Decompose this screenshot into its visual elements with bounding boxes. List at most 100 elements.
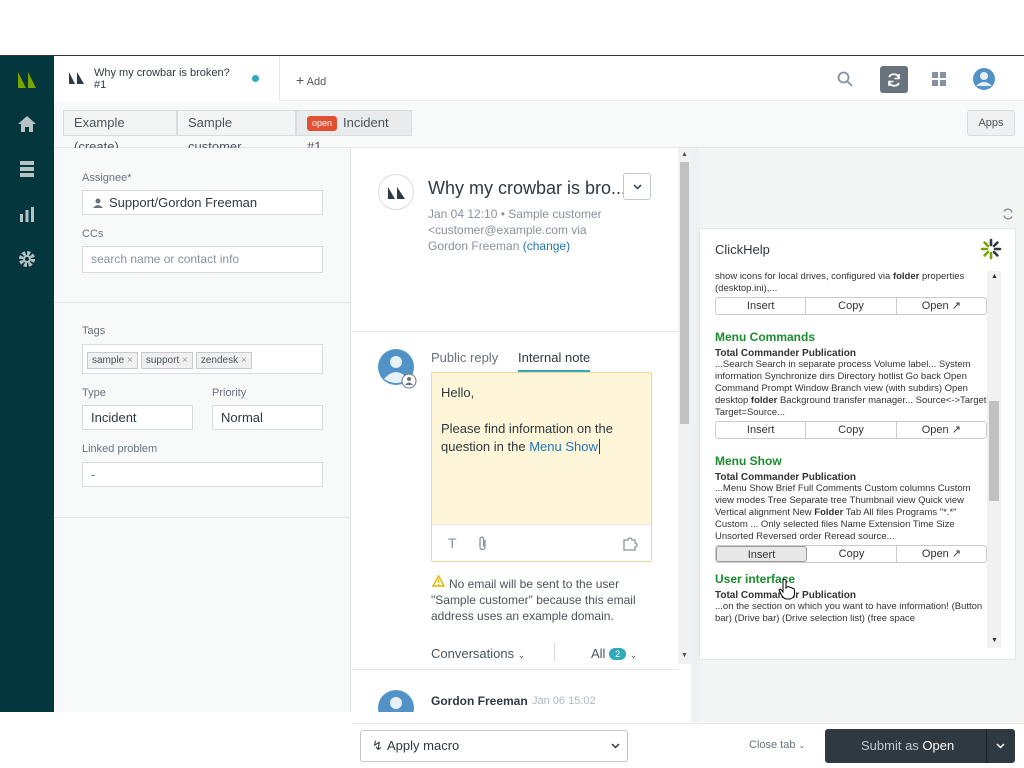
apply-macro-select[interactable]: ↯ Apply macro: [360, 730, 628, 762]
tag-label: support: [145, 355, 180, 366]
scrollbar-thumb[interactable]: [989, 401, 999, 501]
ccs-label: CCs: [82, 228, 104, 240]
scroll-down-icon[interactable]: ▼: [991, 637, 998, 644]
ccs-input[interactable]: search name or contact info: [82, 246, 323, 273]
reporting-icon[interactable]: [17, 204, 37, 224]
insert-button[interactable]: Insert: [716, 298, 807, 314]
result-snippet: ...on the section on which you want to h…: [715, 601, 983, 624]
remove-tag-icon[interactable]: ×: [127, 355, 133, 366]
external-link-icon: ↗: [951, 300, 961, 312]
result-publication: Total Commander Publication: [715, 472, 856, 483]
remove-tag-icon[interactable]: ×: [182, 355, 188, 366]
note-line: question in the: [441, 439, 530, 454]
requester-email: <customer@example.com via: [428, 223, 587, 237]
user-avatar-icon[interactable]: [973, 68, 995, 90]
type-label: Type: [82, 387, 106, 399]
conversation-pane: Why my crowbar is bro... Jan 04 12:10 • …: [352, 148, 678, 712]
comment-avatar-icon: [378, 690, 414, 712]
ticket-tab[interactable]: Why my crowbar is broken? #1: [54, 56, 280, 101]
admin-gear-icon[interactable]: [17, 249, 37, 269]
open-button[interactable]: Open ↗: [897, 422, 986, 438]
scroll-up-icon[interactable]: ▲: [991, 273, 998, 280]
breadcrumb-organization[interactable]: Example (create): [63, 110, 177, 154]
note-line: Please find information on the: [441, 421, 613, 436]
attachment-icon[interactable]: [478, 536, 488, 551]
open-button[interactable]: Open ↗: [897, 546, 986, 562]
breadcrumb-requester[interactable]: Sample customer: [177, 110, 296, 154]
pane-divider[interactable]: [691, 148, 699, 722]
conversation-scrollbar[interactable]: ▲ ▼: [678, 148, 691, 664]
tag-chip[interactable]: sample ×: [87, 352, 138, 369]
result-publication: Total Commander Publication: [715, 590, 856, 601]
views-icon[interactable]: [17, 159, 37, 179]
add-tab-button[interactable]: + Add: [296, 72, 326, 88]
result-title[interactable]: Menu Show: [715, 454, 987, 468]
tags-input[interactable]: sample × support × zendesk ×: [82, 344, 323, 374]
scrollbar-thumb[interactable]: [680, 162, 689, 424]
editor-content: Hello, Please find information on the qu…: [441, 384, 641, 456]
result-title[interactable]: Menu Commands: [715, 330, 987, 344]
assignee-field[interactable]: Support/Gordon Freeman: [82, 190, 323, 215]
tag-chip[interactable]: zendesk ×: [195, 352, 252, 369]
copy-button[interactable]: Copy: [806, 422, 897, 438]
result-snippet: show icons for local drives, configured …: [715, 271, 987, 295]
refresh-icon[interactable]: [1002, 208, 1014, 220]
insert-button[interactable]: Insert: [716, 546, 807, 562]
comment-author[interactable]: Gordon Freeman: [431, 694, 528, 708]
breadcrumb-ticket[interactable]: open Incident #1: [296, 110, 412, 154]
clickhelp-logo-icon: [980, 238, 1002, 260]
result-actions: Insert Copy Open ↗: [715, 421, 987, 439]
text-format-icon[interactable]: T: [448, 535, 457, 551]
search-icon[interactable]: [837, 71, 853, 87]
priority-select[interactable]: Normal: [212, 405, 323, 430]
zendesk-logo-icon[interactable]: [15, 70, 39, 90]
ticket-subject: Why my crowbar is bro...: [428, 178, 627, 198]
remove-tag-icon[interactable]: ×: [241, 355, 247, 366]
status-badge: open: [307, 116, 338, 131]
comment-editor[interactable]: Hello, Please find information on the qu…: [431, 372, 652, 562]
linked-problem-label: Linked problem: [82, 443, 158, 455]
chevron-down-icon: [633, 184, 642, 190]
apps-sidebar: ClickHelp show icons for local drives, c…: [699, 148, 1024, 722]
ticket-tab-logo-icon: [69, 72, 84, 84]
home-icon[interactable]: [17, 114, 37, 134]
result-title[interactable]: User interface: [715, 572, 987, 586]
all-filter[interactable]: All 2 ⌄: [591, 646, 637, 661]
comment-date: Jan 06 15:02: [532, 695, 596, 707]
product-tray-icon[interactable]: [932, 72, 946, 86]
apps-button[interactable]: Apps: [967, 110, 1015, 136]
tab-public-reply[interactable]: Public reply: [431, 350, 498, 365]
tab-internal-note[interactable]: Internal note: [518, 350, 591, 373]
ticket-options-button[interactable]: [623, 173, 651, 200]
clickhelp-scrollbar[interactable]: ▲ ▼: [987, 271, 1001, 648]
tag-label: zendesk: [200, 355, 239, 366]
apply-macro-label: Apply macro: [387, 738, 460, 753]
copy-button[interactable]: Copy: [807, 546, 897, 562]
section-divider: [352, 669, 678, 670]
copy-button[interactable]: Copy: [806, 298, 897, 314]
chevron-down-icon[interactable]: [996, 743, 1005, 749]
ticket-date: Jan 04 12:10: [428, 207, 498, 221]
submit-options-separator: [986, 729, 987, 763]
apps-puzzle-icon[interactable]: [622, 536, 638, 551]
close-tab-label: Close tab: [749, 739, 796, 751]
sync-button[interactable]: [880, 66, 908, 93]
conversations-filter[interactable]: Conversations ⌄: [431, 646, 525, 661]
menu-show-link[interactable]: Menu Show: [529, 439, 598, 454]
type-select[interactable]: Incident: [82, 405, 193, 430]
open-button[interactable]: Open ↗: [897, 298, 986, 314]
snippet-text: show icons for local drives, configured …: [715, 271, 893, 282]
panel-divider: [54, 302, 351, 303]
insert-button[interactable]: Insert: [716, 422, 807, 438]
change-link[interactable]: (change): [523, 239, 570, 253]
scroll-up-icon[interactable]: ▲: [681, 151, 688, 158]
submit-button[interactable]: Submit as Open: [825, 729, 1015, 763]
tag-chip[interactable]: support ×: [140, 352, 193, 369]
scroll-down-icon[interactable]: ▼: [681, 652, 688, 659]
unsaved-dot-icon: [252, 75, 259, 82]
close-tab-select[interactable]: Close tab ⌄: [749, 739, 805, 751]
ticket-footer: ↯ Apply macro Close tab ⌄ Submit as Open: [352, 723, 1024, 767]
all-label: All: [591, 646, 606, 661]
result-actions: Insert Copy Open ↗: [715, 545, 987, 563]
linked-problem-select[interactable]: -: [82, 462, 323, 487]
